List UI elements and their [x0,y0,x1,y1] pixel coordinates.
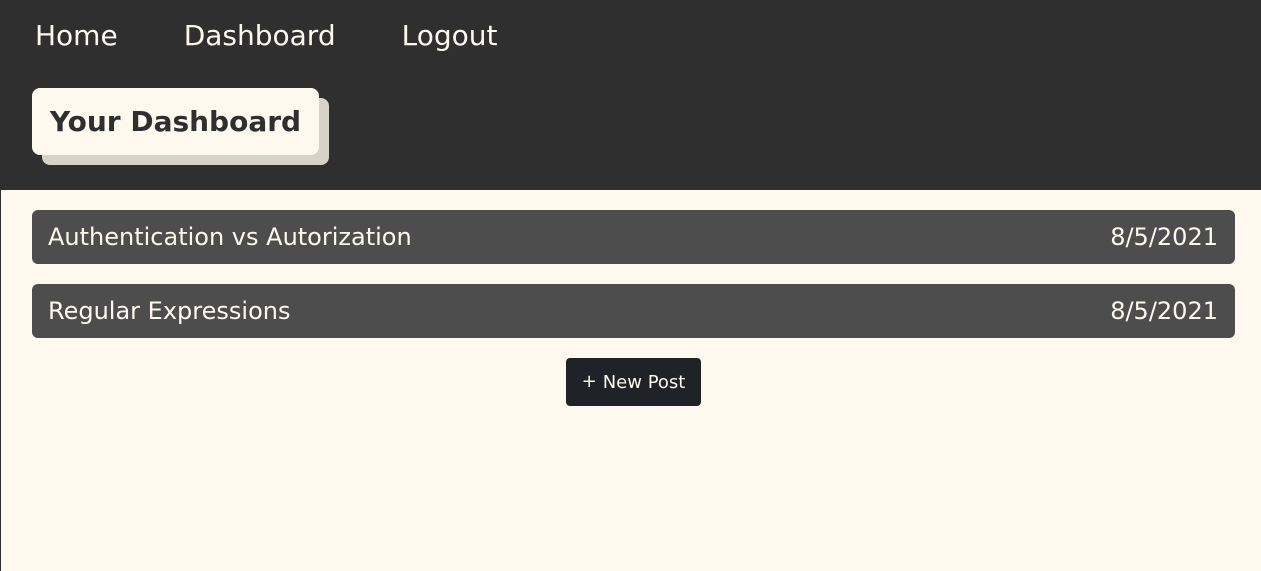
post-title: Regular Expressions [48,297,291,325]
top-nav: Home Dashboard Logout [35,14,497,58]
post-item[interactable]: Authentication vs Autorization 8/5/2021 [32,210,1235,264]
post-list: Authentication vs Autorization 8/5/2021 … [32,210,1235,358]
nav-home-link[interactable]: Home [35,14,118,58]
page-title-box: Your Dashboard [32,88,319,155]
post-title: Authentication vs Autorization [48,223,412,251]
page-title: Your Dashboard [49,105,302,138]
plus-icon: + [581,371,597,392]
post-date: 8/5/2021 [1110,223,1218,251]
nav-dashboard-link[interactable]: Dashboard [184,14,336,58]
post-item[interactable]: Regular Expressions 8/5/2021 [32,284,1235,338]
header: Home Dashboard Logout Your Dashboard [1,0,1261,190]
nav-logout-link[interactable]: Logout [402,14,498,58]
post-date: 8/5/2021 [1110,297,1218,325]
new-post-label: New Post [602,371,686,393]
page-title-card: Your Dashboard [32,88,329,165]
new-post-button[interactable]: + New Post [566,358,701,406]
app-root: Home Dashboard Logout Your Dashboard Aut… [0,0,1261,571]
